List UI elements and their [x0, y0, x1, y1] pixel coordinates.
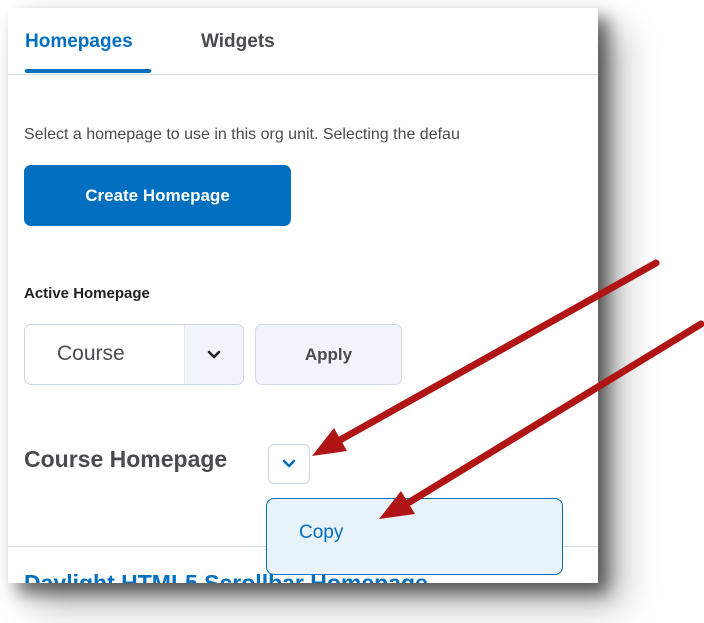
active-homepage-label: Active Homepage — [24, 285, 150, 302]
active-homepage-value: Course — [57, 342, 125, 365]
tab-homepages[interactable]: Homepages — [25, 31, 133, 53]
context-menu-button[interactable] — [268, 444, 310, 484]
apply-button[interactable]: Apply — [255, 324, 402, 385]
homepages-panel: Homepages Widgets Select a homepage to u… — [8, 8, 598, 583]
menu-item-copy[interactable]: Copy — [299, 522, 343, 544]
active-tab-indicator — [25, 69, 151, 73]
homepage-description: Select a homepage to use in this org uni… — [24, 126, 460, 143]
tab-widgets[interactable]: Widgets — [201, 31, 275, 53]
active-homepage-select[interactable]: Course — [24, 324, 244, 385]
context-menu: Copy — [266, 498, 563, 575]
create-homepage-button[interactable]: Create Homepage — [24, 165, 291, 226]
chevron-down-icon — [282, 459, 296, 468]
chevron-down-icon[interactable] — [184, 325, 243, 384]
course-homepage-title: Course Homepage — [24, 446, 228, 472]
tab-bar: Homepages Widgets — [8, 8, 598, 75]
